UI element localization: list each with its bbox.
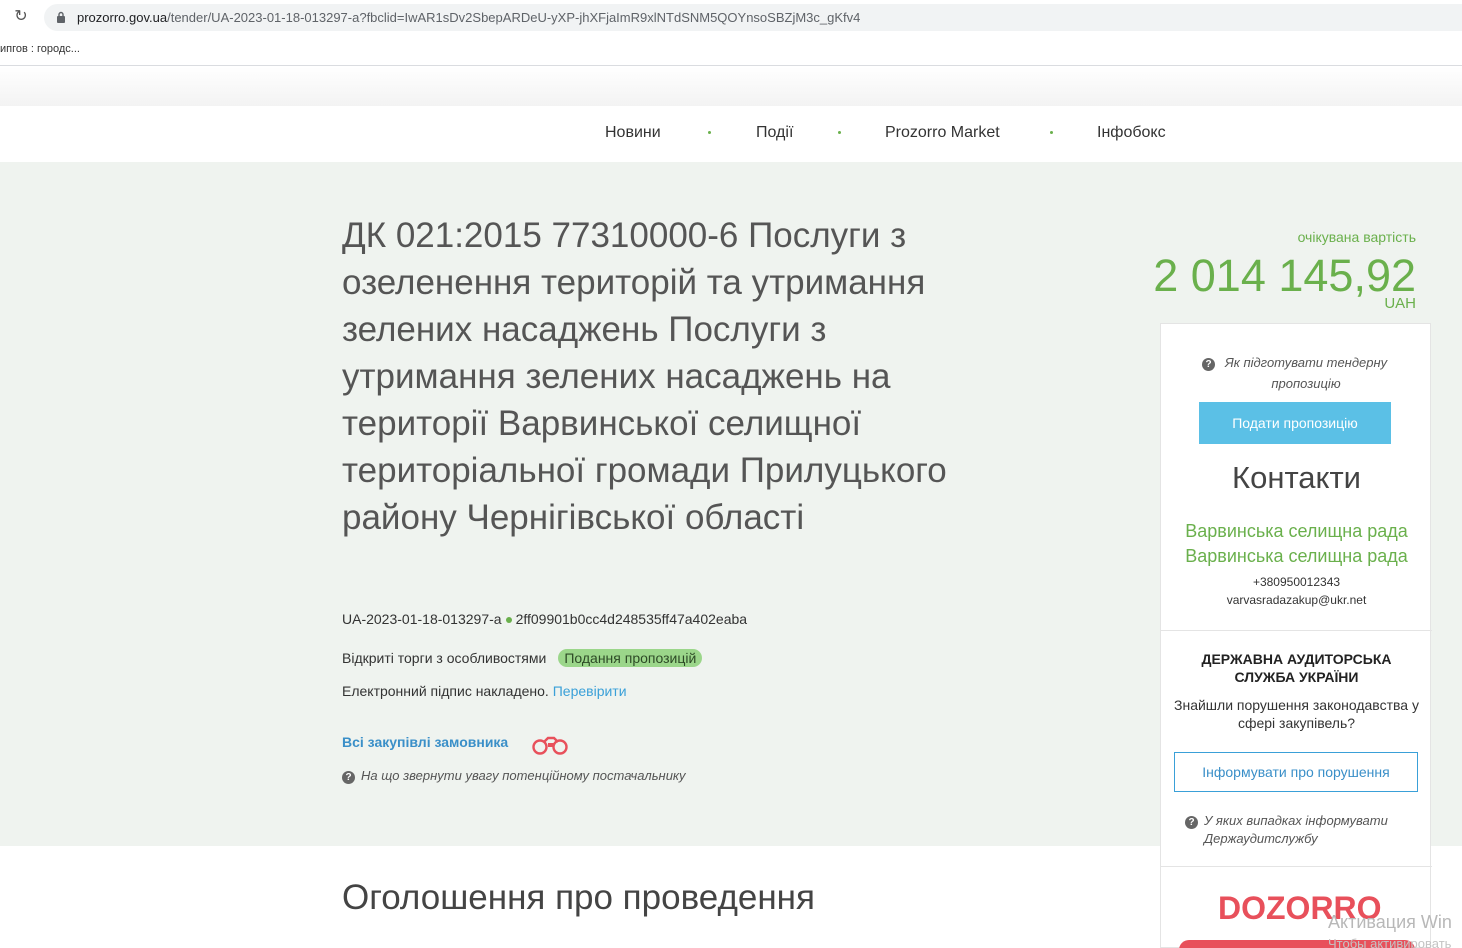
os-activation-watermark: Активация Win [1328, 912, 1452, 932]
signature-text: Електронний підпис накладено. [342, 683, 549, 699]
all-buyer-tenders-link[interactable]: Всі закупівлі замовника [342, 734, 508, 750]
contact-name: Варвинська селищна рада [1185, 521, 1408, 541]
submit-bid-button[interactable]: Подати пропозицію [1199, 402, 1391, 444]
browser-toolbar: ↻ prozorro.gov.ua/tender/UA-2023-01-18-0… [0, 0, 1462, 36]
tender-hash: 2ff09901b0cc4d248535ff47a402eaba [515, 611, 748, 627]
supplier-hint-text: На що звернути увагу потенційному постач… [361, 768, 686, 783]
tender-ids: UA-2023-01-18-013297-a 2ff09901b0cc4d2485… [342, 611, 747, 627]
expected-value-label: очікувана вартість [1297, 229, 1416, 245]
procedure-type: Відкриті торги з особливостями [342, 650, 547, 666]
top-strip [0, 67, 1462, 106]
bookmark-item[interactable]: ипгов : городс... [0, 43, 80, 55]
nav-item-market[interactable]: Prozorro Market [885, 124, 1000, 142]
audit-service-text: Знайшли порушення законодавства у сфері … [1174, 697, 1419, 731]
supplier-hint[interactable]: ? На що звернути увагу потенційному поста… [342, 768, 686, 784]
tender-id: UA-2023-01-18-013297-a [342, 611, 502, 627]
nav-item-news[interactable]: Новини [605, 124, 661, 142]
prepare-bid-hint[interactable]: ? Як підготувати тендерну пропозицію [1161, 352, 1432, 394]
nav-item-events[interactable]: Події [756, 124, 793, 142]
contact-person: Варвинська селищна рада [1185, 546, 1408, 566]
binoculars-icon[interactable] [529, 734, 573, 756]
question-icon: ? [1185, 816, 1198, 829]
panel-divider [1161, 630, 1432, 631]
url-host: prozorro.gov.ua [77, 10, 168, 25]
announcement-section-title: Оголошення про проведення [342, 878, 815, 917]
audit-hint[interactable]: ? У яких випадках інформувати Держаудитсл… [1185, 812, 1415, 848]
expected-value-amount: 2 014 145,92 [1153, 250, 1416, 301]
report-violation-button[interactable]: Інформувати про порушення [1174, 752, 1418, 792]
url-path: /tender/UA-2023-01-18-013297-a?fbclid=Iw… [167, 10, 861, 25]
status-badge: Подання пропозицій [558, 649, 703, 667]
question-icon: ? [342, 771, 355, 784]
prepare-bid-hint-text: Як підготувати тендерну пропозицію [1224, 355, 1388, 391]
reload-icon[interactable]: ↻ [12, 8, 30, 26]
signature-row: Електронний підпис накладено. Перевірити [342, 683, 627, 699]
address-bar[interactable]: prozorro.gov.ua/tender/UA-2023-01-18-013… [44, 4, 1462, 31]
procedure-row: Відкриті торги з особливостями Подання пр… [342, 649, 703, 667]
id-separator [505, 616, 512, 623]
url-text[interactable]: prozorro.gov.ua/tender/UA-2023-01-18-013… [77, 10, 860, 25]
tender-title: ДК 021:2015 77310000-6 Послуги з озелене… [342, 216, 947, 537]
os-activation-subtext: Чтобы активировать [1328, 936, 1452, 948]
nav-separator [1050, 131, 1053, 134]
question-icon: ? [1202, 358, 1215, 371]
main-nav: Новини Події Prozorro Market Інфобокс [0, 106, 1462, 162]
audit-hint-text: У яких випадках інформувати Держаудитслу… [1204, 813, 1388, 846]
nav-item-infobox[interactable]: Інфобокс [1097, 124, 1166, 142]
side-panel: ? Як підготувати тендерну пропозицію Пода… [1160, 323, 1432, 948]
verify-signature-link[interactable]: Перевірити [553, 683, 627, 699]
lock-icon[interactable] [56, 11, 66, 23]
audit-service-title: ДЕРЖАВНА АУДИТОРСЬКА СЛУЖБА УКРАЇНИ [1201, 651, 1392, 685]
contact-phone: +380950012343 [1252, 575, 1341, 589]
bookmarks-bar: ипгов : городс... [0, 36, 1462, 66]
nav-separator [838, 131, 841, 134]
panel-divider [1161, 866, 1432, 867]
nav-separator [708, 131, 711, 134]
contact-email: varvasradazakup@ukr.net [1226, 593, 1367, 607]
contacts-title: Контакти [1232, 460, 1361, 495]
expected-value-currency: UAH [1384, 295, 1416, 312]
